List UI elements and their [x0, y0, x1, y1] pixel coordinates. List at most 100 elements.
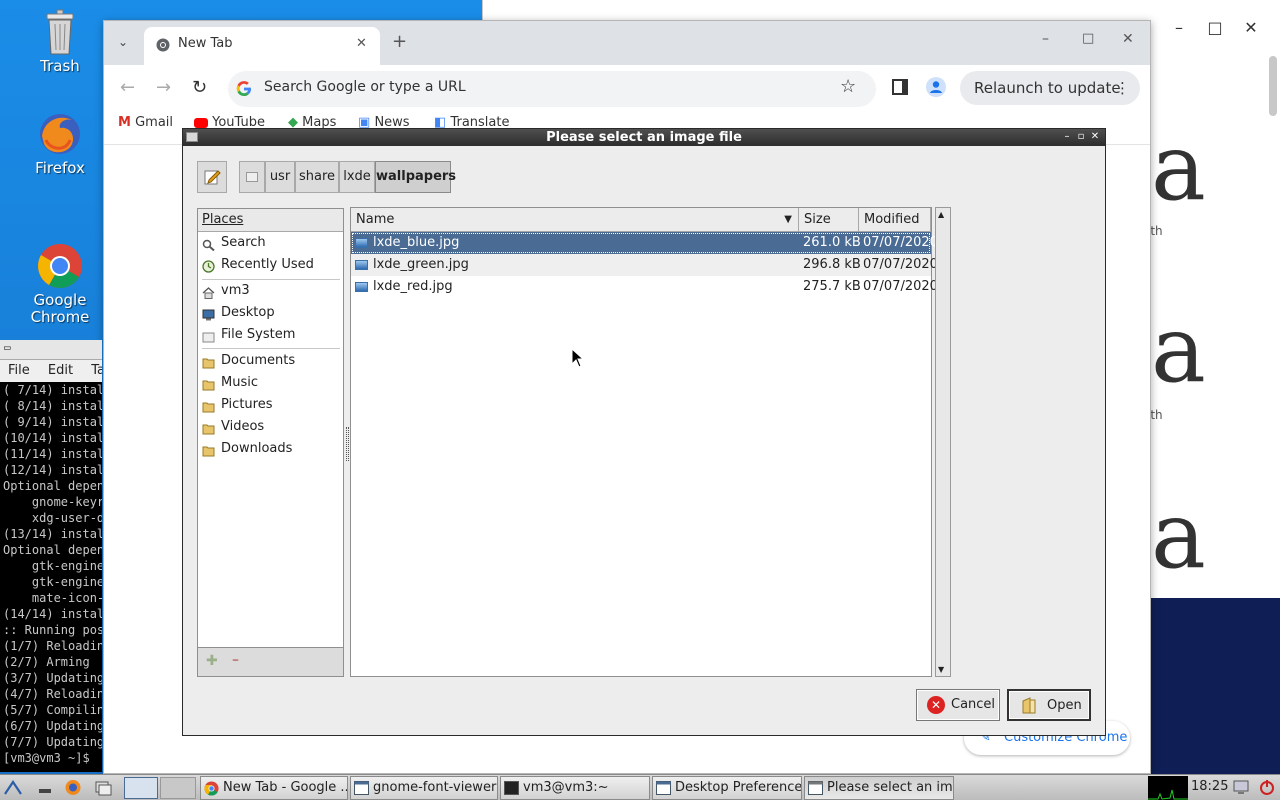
places-sidebar: Places Search Recently Used vm3 Desktop … [197, 208, 344, 677]
menu-edit[interactable]: Edit [48, 363, 73, 378]
path-button-lxde[interactable]: lxde [339, 161, 375, 193]
edit-location-icon [204, 170, 221, 185]
taskbar-window-font-viewer[interactable]: gnome-font-viewer [350, 776, 498, 800]
path-root-button[interactable] [239, 161, 265, 193]
new-tab-plus-icon[interactable]: + [392, 31, 407, 52]
window-menu-icon[interactable] [186, 132, 198, 142]
place-recently-used[interactable]: Recently Used [198, 254, 343, 276]
taskbar-window-label: vm3@vm3:~ [523, 780, 609, 795]
close-icon[interactable]: ✕ [1089, 131, 1101, 143]
taskbar-window-terminal[interactable]: vm3@vm3:~ [500, 776, 650, 800]
places-header[interactable]: Places [198, 209, 343, 232]
taskbar-window-label: gnome-font-viewer [373, 780, 497, 795]
profile-avatar-icon[interactable] [926, 77, 946, 97]
tab-search-icon[interactable]: ⌄ [118, 35, 128, 49]
file-manager-icon[interactable] [94, 779, 112, 796]
column-header-modified[interactable]: Modified [859, 208, 931, 232]
tab-new-tab[interactable]: New Tab ✕ [144, 27, 380, 65]
terminal-titlebar[interactable]: ▭ [0, 340, 102, 360]
screen-lock-icon[interactable] [1232, 779, 1250, 796]
path-button-usr[interactable]: usr [265, 161, 295, 193]
menu-file[interactable]: File [8, 363, 30, 378]
place-downloads[interactable]: Downloads [198, 438, 343, 460]
omnibox-placeholder: Search Google or type a URL [264, 79, 466, 95]
start-menu-icon[interactable] [4, 779, 22, 796]
desktop-icon-trash[interactable]: Trash [10, 8, 110, 75]
place-music[interactable]: Music [198, 372, 343, 394]
type-location-button[interactable] [197, 161, 227, 193]
file-row[interactable]: lxde_red.jpg 275.7 kB 07/07/2020 [351, 276, 938, 298]
bookmark-gmail[interactable]: M Gmail [118, 115, 173, 130]
tab-title: New Tab [178, 36, 233, 51]
close-icon[interactable]: ✕ [1122, 31, 1134, 47]
place-documents[interactable]: Documents [198, 350, 343, 372]
minimize-icon[interactable]: – [1165, 14, 1193, 42]
place-label: vm3 [221, 283, 250, 298]
chrome-favicon-icon [156, 38, 170, 52]
column-label: Modified [864, 212, 920, 227]
cancel-button[interactable]: ✕ Cancel [916, 689, 1000, 721]
folder-icon [202, 443, 215, 457]
add-bookmark-icon[interactable]: ✚ [206, 653, 218, 669]
column-header-name[interactable]: Name ▼ [351, 208, 799, 232]
side-panel-icon[interactable] [892, 79, 908, 95]
place-videos[interactable]: Videos [198, 416, 343, 438]
cpu-monitor-graph [1148, 776, 1188, 800]
column-header-size[interactable]: Size [799, 208, 859, 232]
place-search[interactable]: Search [198, 232, 343, 254]
remove-bookmark-icon[interactable]: – [232, 652, 239, 668]
tab-close-icon[interactable]: ✕ [356, 36, 367, 51]
path-button-wallpapers[interactable]: wallpapers [375, 161, 456, 193]
path-button-share[interactable]: share [295, 161, 339, 193]
taskbar-window-file-dialog[interactable]: Please select an im... [804, 776, 954, 800]
scroll-down-icon[interactable]: ▼ [938, 665, 944, 674]
back-icon[interactable]: ← [120, 77, 135, 98]
clock[interactable]: 18:25 [1191, 779, 1228, 794]
desktop-icon-chrome[interactable]: Google Chrome [10, 208, 110, 343]
place-desktop[interactable]: Desktop [198, 302, 343, 324]
maximize-icon[interactable]: □ [1201, 14, 1229, 42]
power-icon[interactable] [1258, 779, 1276, 796]
place-pictures[interactable]: Pictures [198, 394, 343, 416]
file-list-scrollbar[interactable]: ▲ ▼ [935, 207, 951, 677]
menu-tabs[interactable]: Ta [91, 363, 102, 378]
folder-icon [202, 355, 215, 369]
forward-icon[interactable]: → [156, 77, 171, 98]
close-icon[interactable]: ✕ [1237, 14, 1265, 42]
taskbar-window-desktop-preferences[interactable]: Desktop Preferences [652, 776, 802, 800]
minimize-icon[interactable]: – [1061, 131, 1073, 143]
taskbar: New Tab - Google ... gnome-font-viewer v… [0, 774, 1280, 800]
maximize-icon[interactable]: □ [1082, 31, 1094, 46]
workspace-pager[interactable] [124, 777, 158, 799]
terminal-line: (6/7) Updating [3, 719, 102, 733]
place-home[interactable]: vm3 [198, 280, 343, 302]
open-button[interactable]: Open [1007, 689, 1091, 721]
file-row[interactable]: lxde_blue.jpg 261.0 kB 07/07/2020 [351, 232, 938, 254]
file-modified: 07/07/2020 [863, 235, 938, 250]
file-row[interactable]: lxde_green.jpg 296.8 kB 07/07/2020 [351, 254, 938, 276]
dialog-titlebar[interactable]: Please select an image file [183, 129, 1105, 146]
scroll-up-icon[interactable]: ▲ [938, 210, 944, 219]
terminal-line: Optional dependencies [3, 479, 102, 493]
window-icon [808, 781, 823, 795]
reload-icon[interactable]: ↻ [192, 77, 207, 98]
terminal-line: Optional dependencies [3, 543, 102, 557]
taskbar-window-chrome[interactable]: New Tab - Google ... [200, 776, 348, 800]
terminal-line: mate-icon-theme [31, 591, 102, 605]
terminal-output: ( 7/14) installing ( 8/14) installing ( 9/… [0, 382, 102, 766]
omnibox[interactable]: Search Google or type a URL ☆ [228, 71, 876, 107]
scrollbar-thumb[interactable] [1269, 56, 1277, 116]
firefox-icon[interactable] [64, 779, 82, 796]
terminal-line: (4/7) Reloading [3, 687, 102, 701]
maximize-icon[interactable]: ▫ [1075, 131, 1087, 143]
bookmark-star-icon[interactable]: ☆ [840, 76, 856, 97]
minimize-icon[interactable]: – [1042, 31, 1049, 47]
place-file-system[interactable]: File System [198, 324, 343, 346]
pane-resize-handle[interactable] [346, 427, 349, 461]
show-desktop-icon[interactable] [36, 779, 54, 796]
relaunch-to-update-button[interactable]: Relaunch to update ⋮ [960, 71, 1140, 105]
terminal-line: ( 8/14) installing [3, 399, 102, 413]
desktop-icon-firefox[interactable]: Firefox [10, 110, 110, 177]
workspace-pager-2[interactable] [160, 777, 196, 799]
place-label: Downloads [221, 441, 293, 456]
